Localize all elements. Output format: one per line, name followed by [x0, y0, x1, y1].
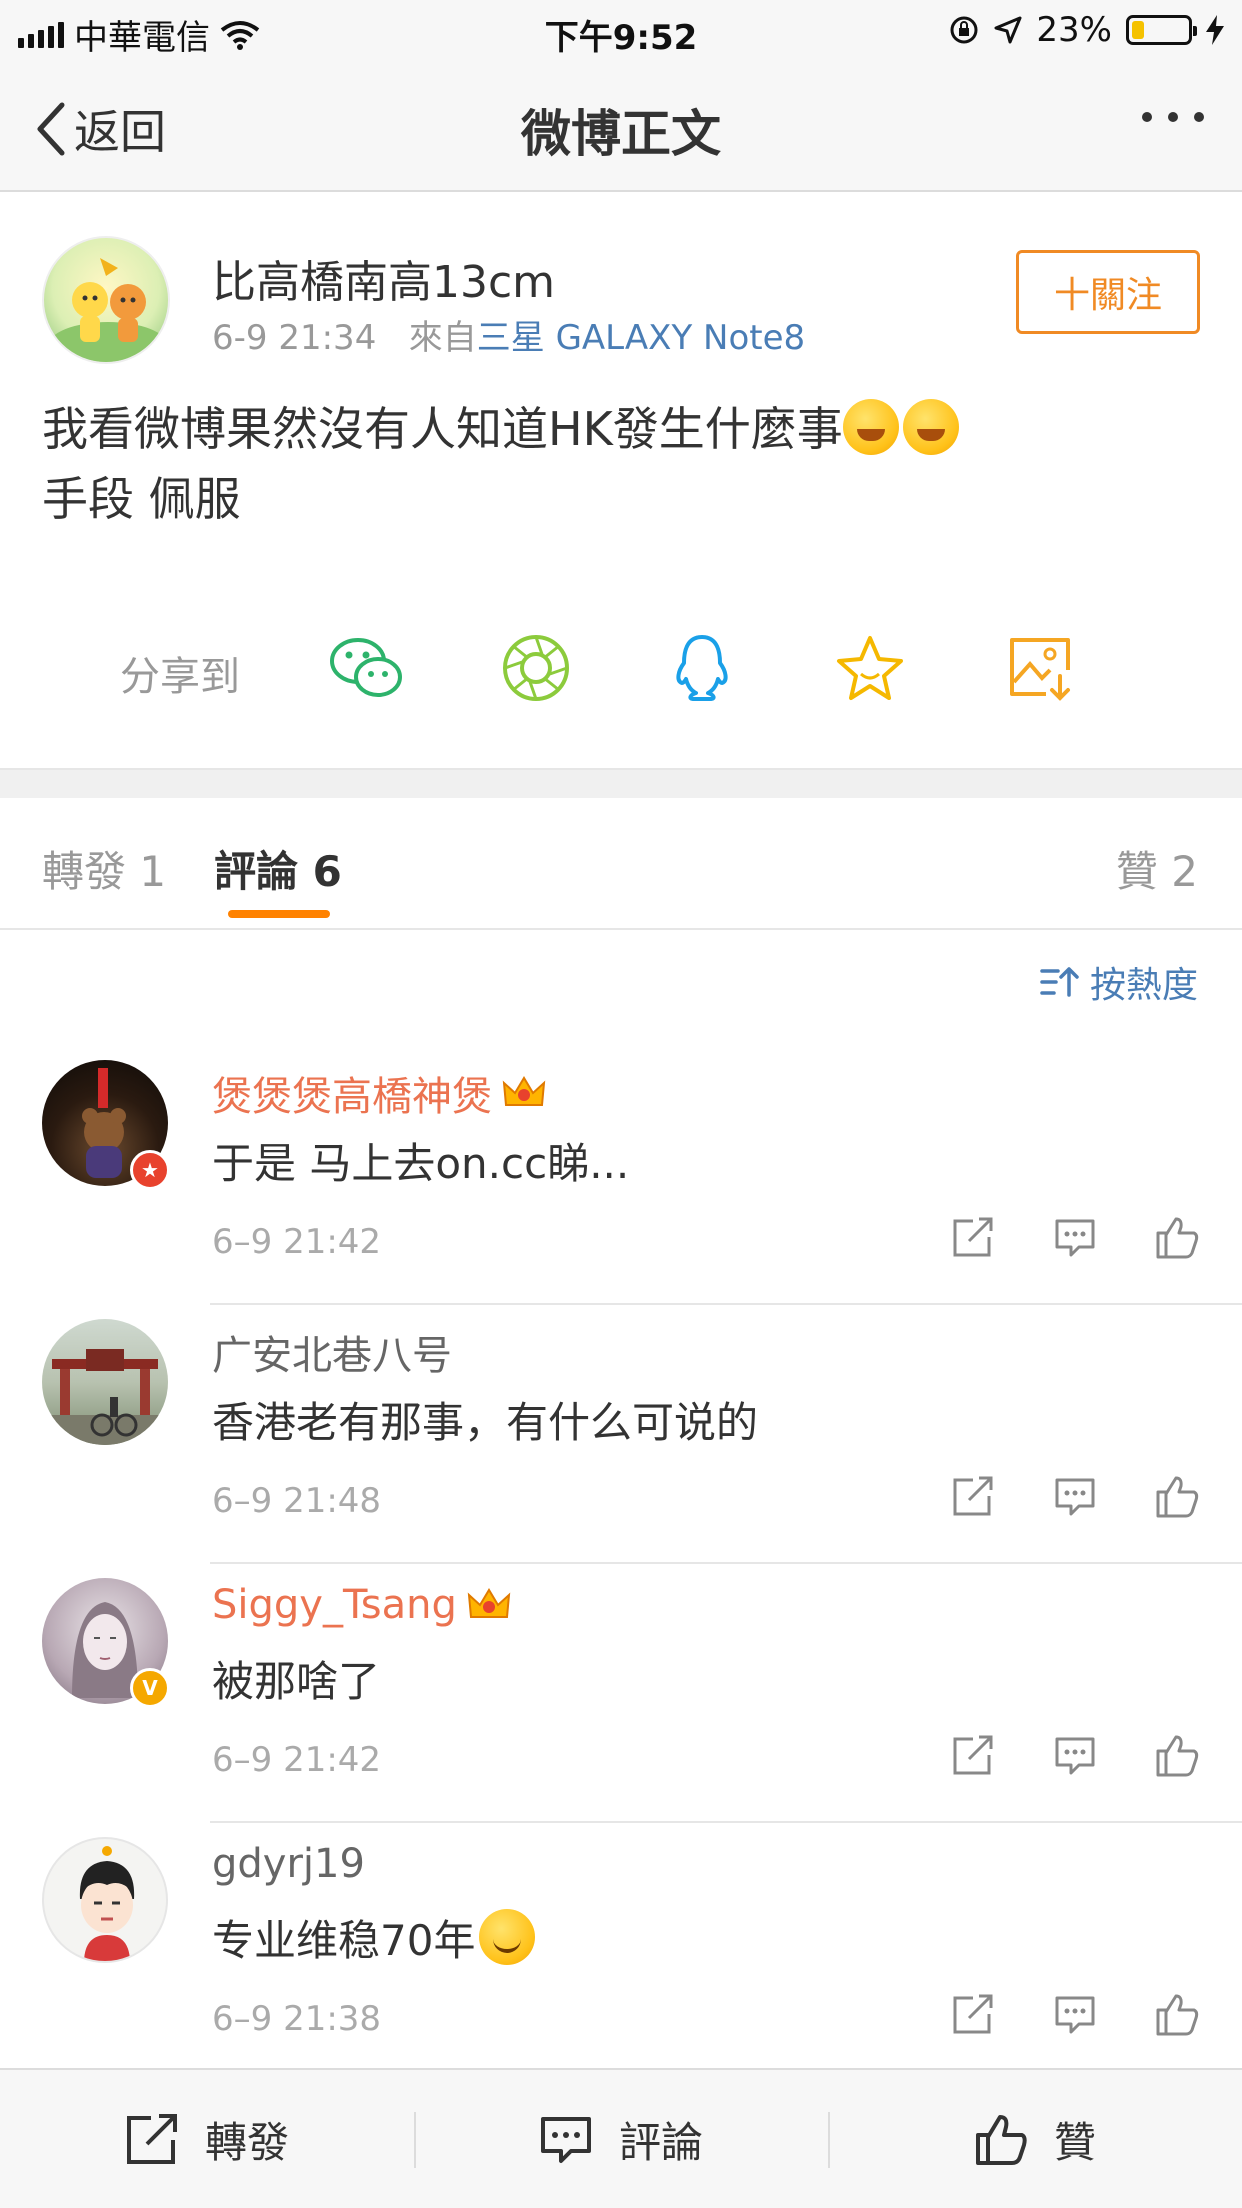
crying-laughing-emoji-icon	[902, 399, 959, 455]
commenter-avatar[interactable]	[42, 1837, 168, 1963]
rotation-lock-icon	[950, 16, 978, 44]
comment-item: ★ 煲煲煲高橋神煲 于是 马上去on.cc睇... 6–9 21:42	[0, 1046, 1242, 1305]
save-image-icon[interactable]	[1000, 628, 1080, 708]
commenter-name-text: 广安北巷八号	[212, 1333, 452, 1379]
repost-label: 轉發	[204, 2117, 289, 2167]
comment-like-icon[interactable]	[1152, 1730, 1202, 1780]
comment-text: 专业维稳70年	[212, 1907, 536, 1968]
share-row: 分享到	[0, 608, 1242, 728]
comment-time: 6–9 21:42	[212, 1222, 382, 1262]
comment-repost-icon[interactable]	[948, 1989, 998, 2039]
repost-icon	[126, 2114, 177, 2164]
charging-bolt-icon	[1206, 15, 1224, 45]
comment-reply-icon[interactable]	[1050, 1212, 1100, 1262]
location-arrow-icon	[994, 16, 1022, 44]
commenter-name[interactable]: 广安北巷八号	[212, 1323, 452, 1381]
comment-item: V Siggy_Tsang 被那啥了 6–9 21:42	[0, 1564, 1242, 1823]
commenter-name[interactable]: gdyrj19	[212, 1841, 365, 1887]
comment-button[interactable]: 評論	[414, 2070, 828, 2208]
sort-icon	[1040, 967, 1079, 997]
smile-emoji-icon	[479, 1909, 536, 1965]
vip-crown-icon	[467, 1588, 511, 1618]
like-label: 贊	[1053, 2117, 1096, 2167]
author-name[interactable]: 比高橋南高13cm	[212, 246, 555, 310]
section-divider	[0, 768, 1242, 798]
favorite-star-icon[interactable]	[830, 628, 910, 708]
post-source-link[interactable]: 三星 GALAXY Note8	[477, 318, 805, 358]
bottom-action-bar: 轉發 評論 贊	[0, 2068, 1242, 2208]
sort-label: 按熱度	[1089, 965, 1198, 1006]
commenter-name-text: 煲煲煲高橋神煲	[212, 1074, 492, 1120]
laughing-tears-emoji-icon	[842, 399, 899, 455]
comment-text: 香港老有那事，有什么可说的	[212, 1398, 759, 1447]
comment-list: ★ 煲煲煲高橋神煲 于是 马上去on.cc睇... 6–9 21:42 广安北巷…	[0, 1046, 1242, 2082]
moments-icon[interactable]	[496, 628, 576, 708]
comment-repost-icon[interactable]	[948, 1212, 998, 1262]
page-title: 微博正文	[521, 105, 721, 163]
comment-time: 6–9 21:48	[212, 1481, 382, 1521]
source-prefix: 來自	[408, 318, 477, 358]
comment-like-icon[interactable]	[1152, 1989, 1202, 2039]
thumbs-up-icon	[975, 2115, 1027, 2165]
tab-repost[interactable]: 轉發 1	[42, 838, 166, 899]
commenter-name[interactable]: 煲煲煲高橋神煲	[212, 1064, 546, 1122]
comment-text-content: 专业维稳70年	[212, 1916, 476, 1965]
more-options-button[interactable]	[1142, 112, 1204, 122]
post-meta: 6-9 21:34 來自三星 GALAXY Note8	[212, 310, 805, 359]
comment-item: gdyrj19 专业维稳70年 6–9 21:38	[0, 1823, 1242, 2082]
vip-crown-icon	[502, 1076, 546, 1106]
battery-icon	[1126, 15, 1197, 45]
tab-likes[interactable]: 贊 2	[1116, 838, 1198, 899]
comment-item: 广安北巷八号 香港老有那事，有什么可说的 6–9 21:48	[0, 1305, 1242, 1564]
nav-bar: 返回 微博正文	[0, 62, 1242, 192]
comment-text: 被那啥了	[212, 1657, 381, 1706]
comment-repost-icon[interactable]	[948, 1730, 998, 1780]
post-card: 比高橋南高13cm 6-9 21:34 來自三星 GALAXY Note8 十關…	[0, 194, 1242, 768]
tab-comments[interactable]: 評論 6	[214, 838, 342, 899]
top-bar: 中華電信 下午9:52 23% 返回 微博正文	[0, 0, 1242, 192]
verified-badge-icon: ★	[130, 1150, 170, 1190]
comment-reply-icon[interactable]	[1050, 1989, 1100, 2039]
commenter-name[interactable]: Siggy_Tsang	[212, 1582, 511, 1628]
follow-button[interactable]: 十關注	[1016, 250, 1200, 334]
like-button[interactable]: 贊	[828, 2070, 1242, 2208]
comment-time: 6–9 21:42	[212, 1740, 382, 1780]
comment-text: 于是 马上去on.cc睇...	[212, 1139, 630, 1188]
comment-time: 6–9 21:38	[212, 1999, 382, 2039]
commenter-name-text: gdyrj19	[212, 1841, 365, 1887]
comment-icon	[540, 2117, 591, 2163]
commenter-avatar[interactable]	[42, 1319, 168, 1445]
share-label: 分享到	[120, 654, 240, 700]
qq-icon[interactable]	[662, 628, 742, 708]
post-time: 6-9 21:34	[212, 318, 377, 358]
battery-percent: 23%	[1036, 10, 1112, 50]
verified-v-badge-icon: V	[130, 1668, 170, 1708]
sort-button[interactable]: 按熱度	[1040, 956, 1198, 1008]
comment-reply-icon[interactable]	[1050, 1471, 1100, 1521]
active-tab-indicator	[228, 910, 330, 918]
comment-like-icon[interactable]	[1152, 1212, 1202, 1262]
post-text: 我看微博果然沒有人知道HK發生什麼事 手段 佩服	[42, 394, 1192, 534]
comment-like-icon[interactable]	[1152, 1471, 1202, 1521]
detail-tabs: 轉發 1 評論 6 贊 2	[0, 798, 1242, 930]
commenter-name-text: Siggy_Tsang	[212, 1582, 457, 1628]
comment-repost-icon[interactable]	[948, 1471, 998, 1521]
author-avatar[interactable]	[42, 236, 170, 364]
status-bar: 中華電信 下午9:52 23%	[0, 0, 1242, 62]
post-text-line1: 我看微博果然沒有人知道HK發生什麼事	[42, 402, 843, 456]
post-text-line2: 手段 佩服	[42, 472, 241, 526]
comment-reply-icon[interactable]	[1050, 1730, 1100, 1780]
wechat-icon[interactable]	[326, 628, 406, 708]
repost-button[interactable]: 轉發	[0, 2070, 414, 2208]
comment-label: 評論	[618, 2117, 703, 2167]
